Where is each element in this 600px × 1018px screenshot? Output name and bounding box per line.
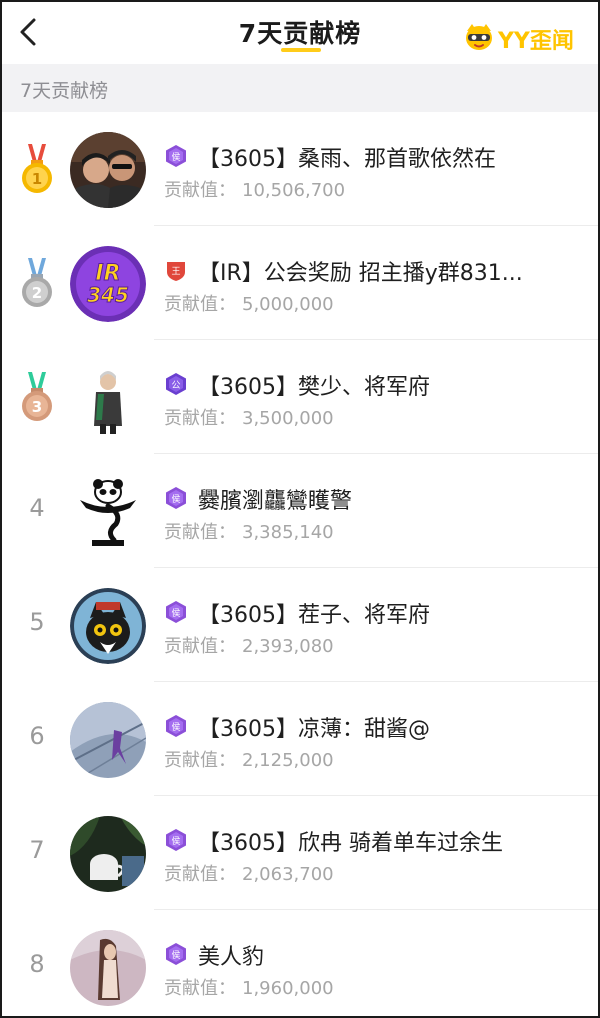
avatar[interactable]	[70, 474, 146, 550]
contribution-value: 2,125,000	[242, 750, 334, 771]
rank-badge: 侯	[164, 144, 188, 168]
avatar[interactable]	[70, 132, 146, 208]
contribution: 贡献值： 5,000,000	[164, 290, 334, 316]
section-label: 7天贡献榜	[20, 80, 109, 102]
section-header: 7天贡献榜	[2, 64, 598, 112]
contribution-value: 2,393,080	[242, 636, 334, 657]
svg-text:侯: 侯	[171, 493, 180, 505]
contribution-label: 贡献值：	[164, 294, 236, 315]
avatar[interactable]: IR 345	[70, 246, 146, 322]
contribution-value: 3,385,140	[242, 522, 334, 543]
svg-text:2: 2	[32, 284, 42, 302]
noble-badge-icon: 侯	[166, 943, 186, 965]
list-item[interactable]: 3 公 【3605】樊少、将军府 贡献值： 3,500,000	[2, 340, 598, 454]
user-name[interactable]: 【3605】欣冉 骑着单车过余生	[198, 825, 503, 857]
noble-badge-icon: 侯	[166, 487, 186, 509]
king-badge-icon: 王	[167, 262, 185, 281]
contribution: 贡献值： 2,063,700	[164, 860, 334, 886]
user-name[interactable]: 爨臏瀏龘鸞矆警	[198, 483, 352, 515]
list-item[interactable]: 7 侯 【3605】欣冉 骑着单车过余生 贡献值： 2,063,700	[2, 796, 598, 910]
svg-text:侯: 侯	[171, 607, 180, 619]
noble-badge-icon: 侯	[166, 829, 186, 851]
avatar[interactable]	[70, 360, 146, 436]
rank-number: 7	[29, 836, 45, 864]
rank-badge: 侯	[164, 714, 188, 738]
list-item[interactable]: 1 侯 【3605】桑雨、那首歌依然在 贡献值： 10,506,700	[2, 112, 598, 226]
bronze-medal-icon: 3	[22, 372, 52, 421]
rank-badge: 侯	[164, 486, 188, 510]
rank-number: 8	[29, 950, 45, 978]
list-item[interactable]: 2 IR 345 王 【IR】公会奖励 招主播y群831... 贡献值： 5,00…	[2, 226, 598, 340]
rank-badge: 侯	[164, 828, 188, 852]
svg-text:1: 1	[32, 170, 42, 188]
svg-text:公: 公	[171, 380, 180, 391]
app-frame: 7天贡献榜 YY歪闻 7天贡献榜 1 侯 【3605】桑雨、那首歌依然在 贡献值…	[0, 0, 600, 1018]
rank-badge: 侯	[164, 942, 188, 966]
user-name[interactable]: 【3605】凉薄：甜酱@	[198, 711, 430, 743]
mascot-icon	[466, 24, 492, 50]
contribution-value: 3,500,000	[242, 408, 334, 429]
rank-badge: 侯	[164, 600, 188, 624]
user-name[interactable]: 【3605】茬子、将军府	[198, 597, 430, 629]
contribution-value: 10,506,700	[242, 180, 346, 201]
noble-badge-icon: 侯	[166, 715, 186, 737]
rank-number: 6	[29, 722, 45, 750]
contribution-label: 贡献值：	[164, 750, 236, 771]
logo-text: YY歪闻	[498, 29, 574, 54]
title-underline	[281, 48, 321, 52]
contribution: 贡献值： 2,393,080	[164, 632, 334, 658]
contribution: 贡献值： 3,385,140	[164, 518, 334, 544]
ranking-list: 1 侯 【3605】桑雨、那首歌依然在 贡献值： 10,506,700 2 IR…	[2, 112, 598, 1016]
user-name[interactable]: 【3605】樊少、将军府	[198, 369, 430, 401]
contribution: 贡献值： 10,506,700	[164, 176, 345, 202]
svg-text:王: 王	[171, 266, 180, 277]
list-item[interactable]: 4 侯 爨臏瀏龘鸞矆警 贡献值： 3,385,140	[2, 454, 598, 568]
contribution: 贡献值： 3,500,000	[164, 404, 334, 430]
list-item[interactable]: 8 侯 美人豹 贡献值： 1,960,000	[2, 910, 598, 1016]
user-name[interactable]: 美人豹	[198, 939, 264, 971]
contribution-label: 贡献值：	[164, 978, 236, 999]
contribution-label: 贡献值：	[164, 180, 236, 201]
svg-text:侯: 侯	[171, 835, 180, 847]
avatar[interactable]	[70, 930, 146, 1006]
top-bar: 7天贡献榜 YY歪闻	[2, 2, 598, 64]
avatar[interactable]	[70, 702, 146, 778]
contribution-value: 1,960,000	[242, 978, 334, 999]
svg-text:345: 345	[87, 283, 129, 307]
noble-badge-icon: 侯	[166, 601, 186, 623]
list-item[interactable]: 6 侯 【3605】凉薄：甜酱@ 贡献值： 2,125,000	[2, 682, 598, 796]
user-name[interactable]: 【IR】公会奖励 招主播y群831...	[198, 255, 523, 287]
yy-logo: YY歪闻	[464, 22, 586, 54]
svg-text:3: 3	[32, 398, 42, 416]
rank-number: 4	[29, 494, 45, 522]
contribution-label: 贡献值：	[164, 636, 236, 657]
contribution-label: 贡献值：	[164, 522, 236, 543]
gold-medal-icon: 1	[22, 144, 52, 193]
rank-number: 5	[29, 608, 45, 636]
svg-text:侯: 侯	[171, 721, 180, 733]
rank-badge: 王	[164, 258, 188, 282]
avatar[interactable]	[70, 816, 146, 892]
list-item[interactable]: 5 侯 【3605】茬子、将军府 贡献值： 2,393,080	[2, 568, 598, 682]
silver-medal-icon: 2	[22, 258, 52, 307]
svg-text:侯: 侯	[171, 949, 180, 961]
user-name[interactable]: 【3605】桑雨、那首歌依然在	[198, 141, 496, 173]
rank-badge: 公	[164, 372, 188, 396]
contribution-value: 2,063,700	[242, 864, 334, 885]
avatar[interactable]	[70, 588, 146, 664]
noble-badge-icon: 侯	[166, 145, 186, 167]
contribution: 贡献值： 2,125,000	[164, 746, 334, 772]
contribution: 贡献值： 1,960,000	[164, 974, 334, 1000]
contribution-value: 5,000,000	[242, 294, 334, 315]
svg-text:侯: 侯	[171, 151, 180, 163]
duke-badge-icon: 公	[166, 373, 186, 395]
contribution-label: 贡献值：	[164, 864, 236, 885]
contribution-label: 贡献值：	[164, 408, 236, 429]
